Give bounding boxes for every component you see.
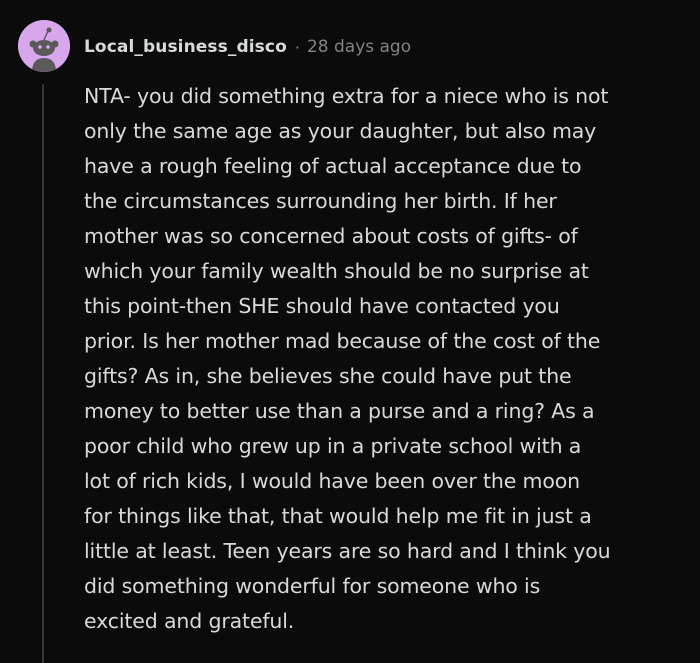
comment-body-line: little at least. Teen years are so hard …	[84, 539, 611, 563]
meta-separator: ·	[294, 37, 300, 57]
comment-body-line: the circumstances surrounding her birth.…	[84, 189, 557, 213]
comment-body-line: did something wonderful for someone who …	[84, 574, 541, 598]
comment-body-line: mother was so concerned about costs of g…	[84, 224, 578, 248]
comment: Local_business_disco · 28 days ago NTA- …	[0, 0, 700, 663]
snoo-avatar-icon	[18, 20, 70, 72]
comment-body-line: for things like that, that would help me…	[84, 504, 592, 528]
comment-body-line: poor child who grew up in a private scho…	[84, 434, 582, 458]
comment-body-line: NTA- you did something extra for a niece…	[84, 84, 609, 108]
comment-body-line: lot of rich kids, I would have been over…	[84, 469, 581, 493]
comment-body-line: have a rough feeling of actual acceptanc…	[84, 154, 582, 178]
comment-body-line: excited and grateful.	[84, 609, 295, 633]
comment-body-line: gifts? As in, she believes she could hav…	[84, 364, 572, 388]
comment-header: Local_business_disco · 28 days ago	[84, 33, 411, 61]
thread-collapse-line[interactable]	[42, 84, 44, 663]
comment-body-line: prior. Is her mother mad because of the …	[84, 329, 601, 353]
comment-body: NTA- you did something extra for a niece…	[84, 79, 684, 639]
comment-body-line: which your family wealth should be no su…	[84, 259, 589, 283]
user-avatar[interactable]	[18, 20, 70, 72]
comment-body-line: this point-then SHE should have contacte…	[84, 294, 560, 318]
comment-timestamp[interactable]: 28 days ago	[307, 37, 411, 57]
comment-author[interactable]: Local_business_disco	[84, 37, 287, 57]
comment-body-line: only the same age as your daughter, but …	[84, 119, 597, 143]
comment-body-line: money to better use than a purse and a r…	[84, 399, 595, 423]
